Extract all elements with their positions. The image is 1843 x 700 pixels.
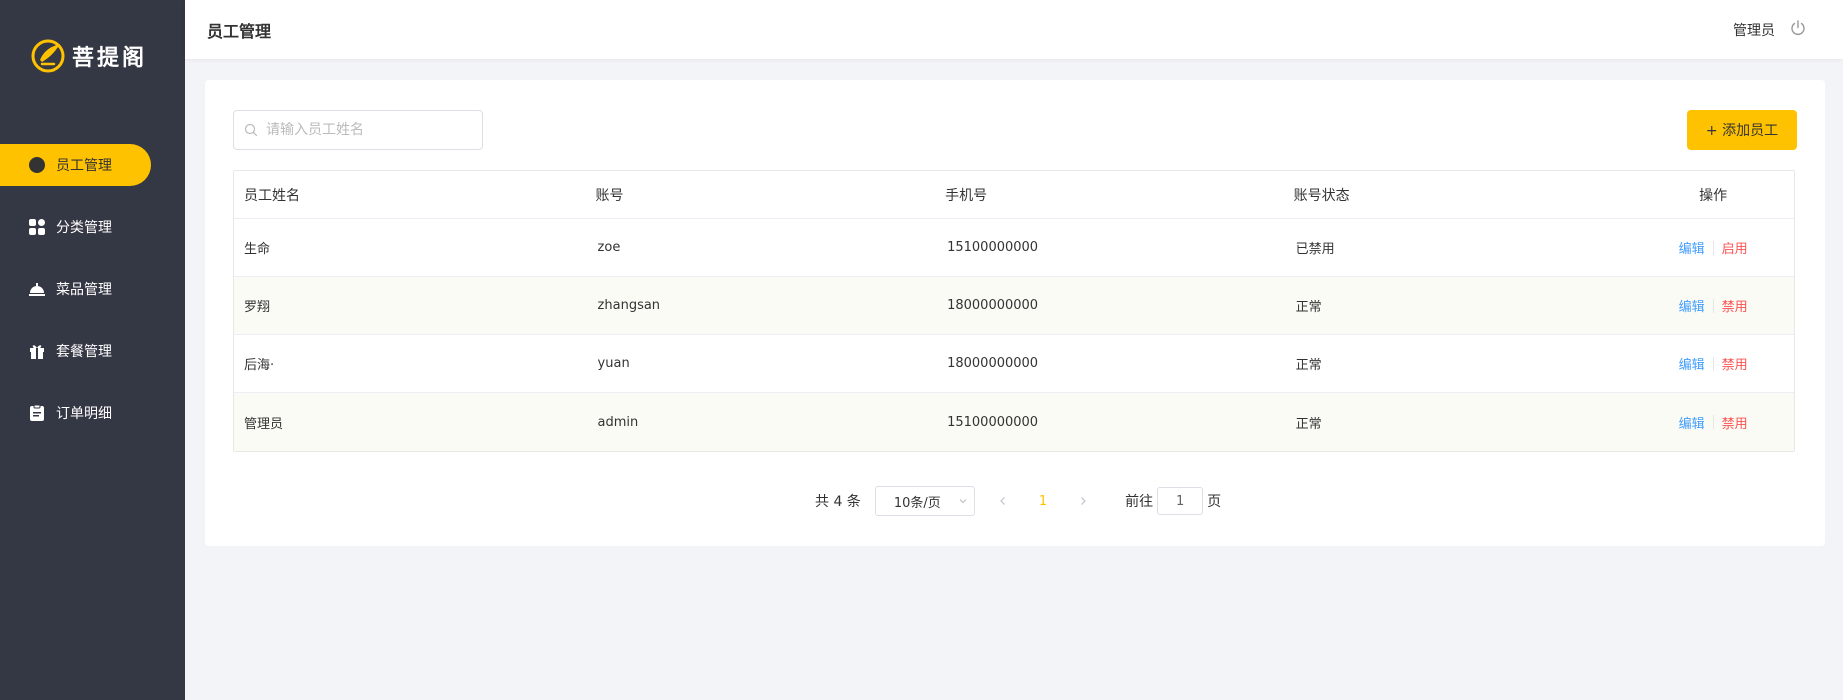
table-row: 生命 zoe 15100000000 已禁用 编辑 启用 <box>234 219 1794 277</box>
cell-name: 罗翔 <box>244 300 271 315</box>
sidebar-item-categories[interactable]: 分类管理 <box>0 206 185 248</box>
cell-status: 正常 <box>1295 358 1322 373</box>
column-header-actions: 操作 <box>1699 187 1728 204</box>
cell-status: 正常 <box>1295 300 1322 315</box>
table-header: 员工姓名 账号 手机号 账号状态 操作 <box>234 171 1794 219</box>
total-count: 共 4 条 <box>815 494 861 510</box>
add-employee-button[interactable]: + 添加员工 <box>1687 110 1797 150</box>
cell-actions: 编辑 禁用 <box>1632 296 1794 315</box>
column-header-status: 账号状态 <box>1293 187 1350 204</box>
sidebar-item-label: 员工管理 <box>56 158 112 174</box>
sidebar: 菩提阁 员工管理 分类管理 菜品管理 套餐管理 订单明细 <box>0 0 185 700</box>
table-row: 罗翔 zhangsan 18000000000 正常 编辑 禁用 <box>234 277 1794 335</box>
logo-icon <box>31 39 65 73</box>
sidebar-item-label: 套餐管理 <box>56 344 112 360</box>
cell-name: 管理员 <box>244 416 284 432</box>
combo-gift-icon <box>28 342 46 360</box>
table-row: 后海· yuan 18000000000 正常 编辑 禁用 <box>234 335 1794 393</box>
column-header-account: 账号 <box>595 187 624 204</box>
cell-account: zhangsan <box>597 298 661 313</box>
cell-status: 已禁用 <box>1295 242 1335 257</box>
sidebar-nav: 员工管理 分类管理 菜品管理 套餐管理 订单明细 <box>0 144 185 454</box>
action-divider <box>1712 298 1714 313</box>
cell-status: 正常 <box>1295 416 1322 432</box>
sidebar-item-label: 分类管理 <box>56 220 112 236</box>
page-size-value: 10条/页 <box>893 495 941 511</box>
cell-phone: 18000000000 <box>947 298 1039 313</box>
column-header-phone: 手机号 <box>945 187 988 204</box>
page-number-current[interactable]: 1 <box>1039 494 1047 509</box>
brand-name: 菩提阁 <box>72 46 148 71</box>
search-box[interactable] <box>233 110 483 150</box>
prev-page-icon[interactable] <box>997 495 1009 507</box>
brand-logo[interactable]: 菩提阁 <box>30 38 155 74</box>
toggle-status-link[interactable]: 禁用 <box>1722 413 1748 432</box>
cell-account: admin <box>597 414 639 430</box>
action-divider <box>1712 240 1714 255</box>
cell-actions: 编辑 禁用 <box>1632 413 1794 432</box>
cell-phone: 15100000000 <box>947 240 1039 255</box>
sidebar-item-employees[interactable]: 员工管理 <box>0 144 151 186</box>
sidebar-item-label: 订单明细 <box>56 406 112 422</box>
goto-label: 前往 <box>1125 494 1154 510</box>
category-icon <box>28 218 46 236</box>
page-suffix: 页 <box>1207 494 1222 510</box>
sidebar-item-dishes[interactable]: 菜品管理 <box>0 268 185 310</box>
chevron-down-icon <box>959 499 967 504</box>
sidebar-item-combos[interactable]: 套餐管理 <box>0 330 185 372</box>
cell-actions: 编辑 启用 <box>1632 238 1794 257</box>
sidebar-item-label: 菜品管理 <box>56 282 112 298</box>
next-page-icon[interactable] <box>1077 495 1089 507</box>
edit-link[interactable]: 编辑 <box>1679 354 1705 373</box>
cell-name: 生命 <box>244 242 271 257</box>
action-divider <box>1712 415 1714 429</box>
edit-link[interactable]: 编辑 <box>1679 238 1705 257</box>
page-size-select[interactable]: 10条/页 <box>874 486 975 516</box>
page-title: 员工管理 <box>207 22 272 41</box>
sidebar-item-orders[interactable]: 订单明细 <box>0 392 185 434</box>
toggle-status-link[interactable]: 禁用 <box>1722 354 1748 373</box>
power-icon[interactable] <box>1789 19 1807 37</box>
top-header: 员工管理 管理员 <box>185 0 1843 59</box>
cell-phone: 15100000000 <box>947 414 1039 430</box>
employee-table: 员工姓名 账号 手机号 账号状态 操作 生命 zoe 15100000000 已… <box>233 170 1795 452</box>
cell-account: yuan <box>597 356 630 371</box>
column-header-name: 员工姓名 <box>244 187 300 204</box>
toggle-status-link[interactable]: 禁用 <box>1722 296 1748 315</box>
edit-link[interactable]: 编辑 <box>1679 296 1705 315</box>
action-divider <box>1712 356 1714 371</box>
employee-icon <box>28 156 46 174</box>
current-user[interactable]: 管理员 <box>1733 20 1775 40</box>
dish-icon <box>28 280 46 298</box>
table-row: 管理员 admin 15100000000 正常 编辑 禁用 <box>234 393 1794 451</box>
toggle-status-link[interactable]: 启用 <box>1722 238 1748 257</box>
cell-actions: 编辑 禁用 <box>1632 354 1794 373</box>
edit-link[interactable]: 编辑 <box>1679 413 1705 432</box>
pagination: 共 4 条 10条/页 1 前往 页 <box>815 486 1221 516</box>
search-input[interactable] <box>266 122 476 138</box>
cell-phone: 18000000000 <box>947 356 1039 371</box>
cell-account: zoe <box>597 240 621 255</box>
order-clipboard-icon <box>28 404 46 422</box>
cell-name: 后海· <box>244 358 275 373</box>
employee-panel: + 添加员工 员工姓名 账号 手机号 账号状态 操作 生命 zoe 151000… <box>205 80 1825 546</box>
search-icon <box>244 123 258 137</box>
goto-page-input[interactable] <box>1157 487 1204 515</box>
